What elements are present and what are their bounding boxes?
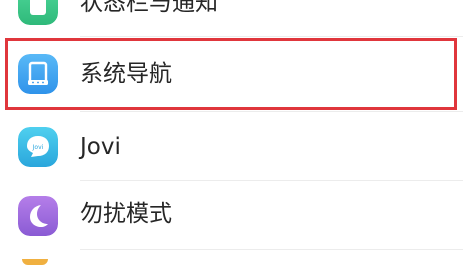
- jovi-icon: Jovi: [18, 127, 58, 167]
- system-navigation-icon: [18, 54, 58, 94]
- divider: [80, 36, 463, 37]
- settings-item-label: 系统导航: [80, 61, 172, 87]
- settings-item-do-not-disturb[interactable]: 勿扰模式: [0, 181, 463, 251]
- settings-item-status-bar-notifications[interactable]: 状态栏与通知: [0, 0, 463, 40]
- settings-list: 状态栏与通知 系统导航 Jovi Jovi 勿扰模式: [0, 0, 463, 265]
- settings-item-label: 勿扰模式: [80, 201, 172, 227]
- notification-bar-icon: [18, 0, 58, 25]
- do-not-disturb-moon-icon: [18, 196, 58, 236]
- settings-item-label: Jovi: [80, 134, 121, 160]
- settings-item-label: 状态栏与通知: [80, 0, 218, 16]
- settings-item-jovi[interactable]: Jovi Jovi: [0, 112, 463, 182]
- divider: [80, 249, 463, 250]
- jovi-icon-text: Jovi: [32, 144, 44, 151]
- settings-item-system-navigation[interactable]: 系统导航: [0, 39, 463, 109]
- next-item-icon-edge: [22, 259, 48, 265]
